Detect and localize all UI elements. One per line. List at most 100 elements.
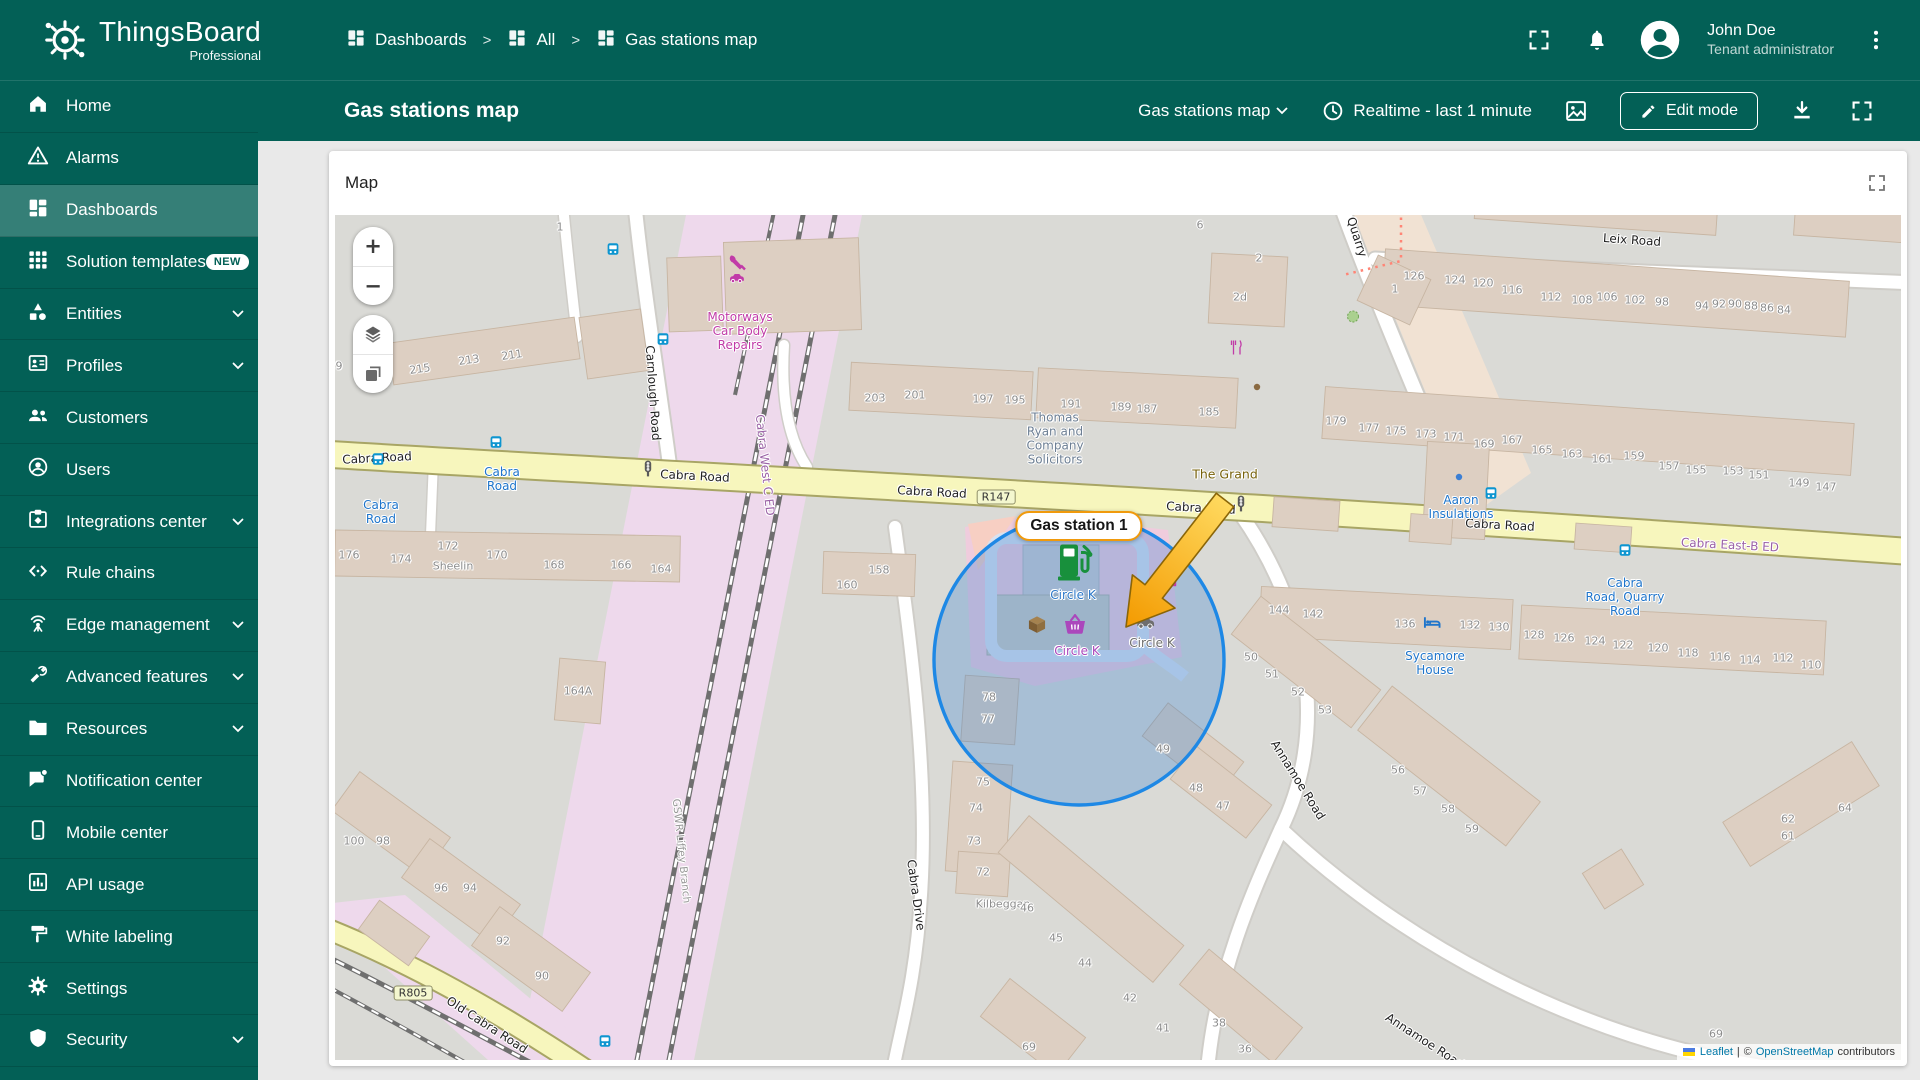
timewindow-button[interactable]: Realtime - last 1 minute	[1322, 100, 1532, 122]
layers-icon	[365, 326, 381, 343]
sidebar-item-security[interactable]: Security	[0, 1015, 258, 1067]
kebab-menu-button[interactable]	[1860, 24, 1892, 56]
chevron-down-icon	[232, 621, 244, 629]
sidebar-item-api-usage[interactable]: API usage	[0, 859, 258, 912]
edge-management-icon	[27, 612, 49, 639]
dashboard-grid-icon	[596, 28, 616, 53]
sidebar-item-edge-management[interactable]: Edge management	[0, 600, 258, 652]
resources-icon	[27, 716, 49, 743]
sidebar-item-users[interactable]: Users	[0, 444, 258, 497]
expand-icon	[1869, 175, 1885, 191]
thingsboard-logo-icon	[40, 15, 90, 65]
notification-center-icon	[27, 768, 49, 795]
dashboard-state-selector[interactable]: Gas stations map	[1132, 100, 1294, 122]
sidebar-item-home[interactable]: Home	[0, 81, 258, 133]
chevron-down-icon	[232, 362, 244, 370]
users-icon	[27, 456, 49, 483]
map-widget-card: Map Cabra Road Cabra Road Cabra Road Cab…	[329, 151, 1907, 1066]
breadcrumb-item-gas-stations-map[interactable]: Gas stations map	[596, 28, 757, 53]
sidebar-item-mobile-center[interactable]: Mobile center	[0, 807, 258, 860]
entities-icon	[27, 301, 49, 328]
widget-expand-button[interactable]	[1863, 169, 1891, 197]
sidebar-item-label: Dashboards	[66, 200, 158, 220]
leaflet-link[interactable]: Leaflet	[1700, 1046, 1733, 1058]
advanced-features-icon	[27, 664, 49, 691]
breadcrumb-separator: >	[482, 31, 492, 49]
attribution-separator: |	[1736, 1046, 1740, 1058]
sidebar-item-label: White labeling	[66, 926, 173, 946]
sidebar-item-entities[interactable]: Entities	[0, 289, 258, 341]
sidebar-item-alarms[interactable]: Alarms	[0, 133, 258, 185]
sidebar-item-customers[interactable]: Customers	[0, 392, 258, 445]
chevron-down-icon	[232, 310, 244, 318]
sidebar-item-label: Alarms	[66, 148, 119, 168]
home-icon	[27, 93, 49, 120]
sidebar-nav: Home Alarms Dashboards Solution templates NE…	[0, 81, 258, 1080]
alarms-icon	[27, 145, 49, 172]
solution-templates-icon	[27, 249, 49, 276]
layers-button[interactable]	[353, 315, 393, 355]
chevron-down-icon	[232, 673, 244, 681]
sidebar-item-resources[interactable]: Resources	[0, 704, 258, 756]
pencil-icon	[1642, 104, 1655, 118]
mobile-center-icon	[27, 819, 49, 846]
sidebar-item-label: Settings	[66, 978, 128, 998]
expand-dashboard-button[interactable]	[1846, 95, 1878, 127]
rule-chains-icon	[27, 560, 49, 587]
map-zoom-control: + −	[353, 227, 393, 305]
breadcrumb-label: All	[536, 30, 556, 49]
osm-link[interactable]: OpenStreetMap	[1756, 1046, 1834, 1058]
sidebar-item-label: Advanced features	[66, 667, 208, 687]
breadcrumb-item-all[interactable]: All	[507, 28, 555, 53]
fullscreen-button[interactable]	[1523, 24, 1555, 56]
map-layers-control	[353, 315, 393, 393]
notifications-bell-button[interactable]	[1581, 24, 1613, 56]
fullscreen-icon	[1852, 101, 1872, 121]
map-type-button[interactable]	[353, 354, 393, 393]
chevron-down-icon	[232, 518, 244, 526]
breadcrumb-item-dashboards[interactable]: Dashboards	[346, 28, 467, 53]
sidebar-item-label: Integrations center	[66, 511, 207, 531]
map-type-icon	[366, 366, 381, 381]
sidebar-item-label: Users	[66, 459, 111, 479]
dashboard-image-button[interactable]	[1560, 95, 1592, 127]
sidebar-item-rule-chains[interactable]: Rule chains	[0, 548, 258, 600]
sidebar-item-label: Security	[66, 1030, 128, 1050]
marker-tooltip: Gas station 1	[1015, 511, 1143, 541]
edit-mode-label: Edit mode	[1665, 102, 1738, 119]
sidebar-item-notification-center[interactable]: Notification center	[0, 756, 258, 808]
logo[interactable]: ThingsBoard Professional	[40, 15, 261, 65]
map-canvas[interactable]: Cabra Road Cabra Road Cabra Road Cabra Road…	[335, 215, 1901, 1060]
state-selector-label: Gas stations map	[1138, 101, 1271, 120]
chevron-down-icon	[232, 725, 244, 733]
zoom-in-button[interactable]: +	[353, 227, 393, 267]
header-actions: John Doe Tenant administrator	[1523, 19, 1892, 61]
dashboards-icon	[27, 197, 49, 224]
download-button[interactable]	[1786, 95, 1818, 127]
widget-title: Map	[345, 173, 379, 192]
top-header: ThingsBoard Professional Dashboards > All >…	[0, 0, 1920, 81]
sidebar-item-label: Home	[66, 96, 112, 116]
chevron-down-icon	[1276, 107, 1289, 115]
edit-mode-button[interactable]: Edit mode	[1619, 92, 1758, 130]
settings-icon	[27, 975, 49, 1002]
clock-icon	[1324, 101, 1343, 121]
sidebar-item-solution-templates[interactable]: Solution templates NEW	[0, 237, 258, 289]
sidebar-item-integrations-center[interactable]: Integrations center	[0, 496, 258, 549]
dashboard-toolbar: Gas stations map Gas stations map Realti…	[258, 81, 1920, 141]
sidebar-item-advanced-features[interactable]: Advanced features	[0, 652, 258, 704]
sidebar-item-dashboards[interactable]: Dashboards	[0, 184, 258, 237]
map-attribution: Leaflet | © OpenStreetMap contributors	[1676, 1044, 1901, 1060]
download-icon	[1794, 100, 1810, 119]
new-badge: NEW	[205, 254, 249, 271]
sidebar-item-settings[interactable]: Settings	[0, 963, 258, 1016]
white-labeling-icon	[27, 923, 49, 950]
user-avatar[interactable]	[1639, 19, 1681, 61]
zoom-out-button[interactable]: −	[353, 266, 393, 305]
user-info: John Doe Tenant administrator	[1707, 21, 1834, 59]
customers-icon	[27, 404, 49, 431]
user-name: John Doe	[1707, 22, 1776, 40]
sidebar-item-profiles[interactable]: Profiles	[0, 340, 258, 393]
breadcrumb-label: Gas stations map	[625, 30, 758, 49]
sidebar-item-white-labeling[interactable]: White labeling	[0, 911, 258, 964]
